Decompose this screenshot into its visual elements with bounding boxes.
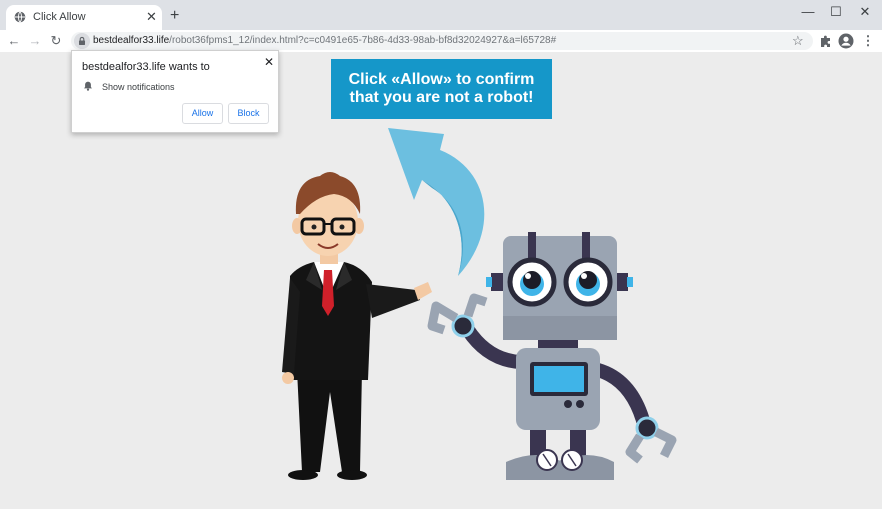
new-tab-button[interactable]: + [170, 8, 179, 24]
bell-icon [84, 81, 92, 91]
lock-icon[interactable] [74, 33, 90, 49]
url-text[interactable]: bestdealfor33.life/robot36fpms1_12/index… [93, 35, 556, 46]
browser-menu-button[interactable]: ⋮ [860, 33, 876, 49]
address-bar[interactable]: bestdealfor33.life/robot36fpms1_12/index… [71, 32, 813, 50]
window-close-button[interactable]: ✕ [855, 4, 875, 20]
banner-line-2: that you are not a robot! [349, 89, 534, 106]
browser-window: Click Allow ✕ + — ☐ ✕ ← → ↻ bestdealfor3… [0, 0, 882, 509]
prompt-permission-text: Show notifications [102, 82, 175, 92]
url-host: bestdealfor33.life [93, 35, 170, 46]
prompt-close-icon[interactable]: ✕ [264, 55, 274, 69]
browser-toolbar: ← → ↻ bestdealfor33.life/robot36fpms1_12… [0, 30, 882, 52]
banner-line-1: Click «Allow» to confirm [348, 71, 535, 88]
curved-arrow-icon [388, 128, 485, 276]
maximize-button[interactable]: ☐ [826, 4, 846, 20]
tab-title: Click Allow [33, 11, 86, 23]
block-button[interactable]: Block [228, 103, 269, 124]
extensions-puzzle-icon[interactable] [818, 33, 834, 49]
reload-button[interactable]: ↻ [48, 33, 64, 49]
back-button[interactable]: ← [6, 33, 22, 49]
prompt-title: bestdealfor33.life wants to [82, 61, 210, 73]
forward-button[interactable]: → [27, 33, 43, 49]
tab-strip: Click Allow ✕ + — ☐ ✕ [0, 0, 882, 30]
notification-permission-prompt: bestdealfor33.life wants to ✕ Show notif… [71, 50, 279, 133]
tab-close-icon[interactable]: ✕ [146, 10, 157, 23]
instruction-banner: Click «Allow» to confirm that you are no… [331, 59, 552, 119]
minimize-button[interactable]: — [798, 4, 818, 19]
businessman-illustration [282, 172, 432, 480]
robot-illustration [427, 232, 677, 480]
globe-icon [14, 11, 26, 23]
bookmark-star-icon[interactable]: ☆ [792, 33, 804, 49]
profile-avatar-icon[interactable] [838, 33, 854, 49]
allow-button[interactable]: Allow [182, 103, 223, 124]
tab-click-allow[interactable]: Click Allow ✕ [6, 5, 162, 30]
url-path: /robot36fpms1_12/index.html?c=c0491e65-7… [169, 35, 557, 46]
